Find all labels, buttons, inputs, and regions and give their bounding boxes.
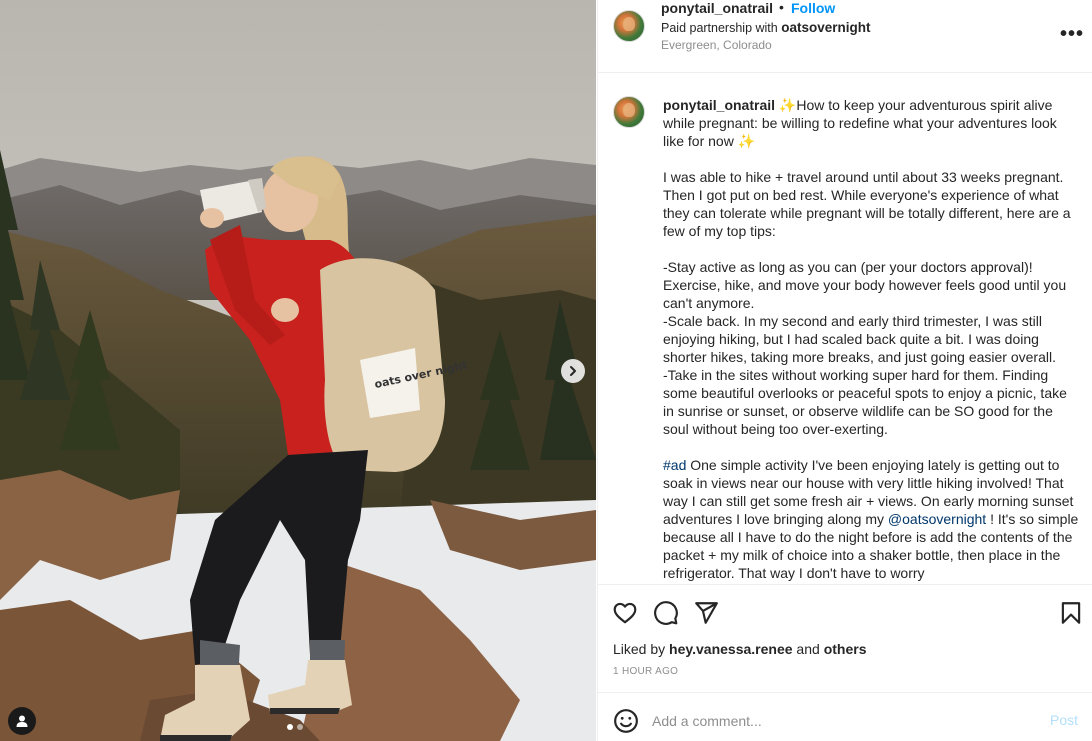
photo-scene: oats over night xyxy=(0,0,596,741)
chevron-right-icon xyxy=(570,366,576,376)
post-details-panel: ponytail_onatrail • Follow Paid partners… xyxy=(597,0,1092,741)
header-separator: • xyxy=(779,0,784,15)
sparkle-emoji: ✨ xyxy=(778,97,797,113)
caption-intro: ponytail_onatrail ✨How to keep your adve… xyxy=(663,96,1081,150)
liked-by-middle: and xyxy=(792,641,824,657)
author-username[interactable]: ponytail_onatrail xyxy=(661,0,773,16)
comment-bar: Post xyxy=(598,692,1092,741)
partnership-prefix: Paid partnership with xyxy=(661,21,782,35)
paid-partnership-label: Paid partnership with oatsovernight xyxy=(661,20,870,35)
caption-author-avatar[interactable] xyxy=(613,96,645,128)
caption-tip-2: -Scale back. In my second and early thir… xyxy=(663,313,1056,365)
comment-input[interactable] xyxy=(652,710,1012,732)
bookmark-icon[interactable] xyxy=(1058,600,1084,626)
hashtag-link[interactable]: #ad xyxy=(663,457,686,473)
caption-paragraph-2: #ad One simple activity I've been enjoyi… xyxy=(663,456,1081,582)
emoji-icon[interactable] xyxy=(613,708,639,734)
carousel-dot xyxy=(297,724,303,730)
liked-by-others[interactable]: others xyxy=(824,641,867,657)
post-photo[interactable]: oats over night xyxy=(0,0,596,741)
carousel-next-button[interactable] xyxy=(561,359,585,383)
tagged-users-button[interactable] xyxy=(8,707,36,735)
more-options-button[interactable]: ••• xyxy=(1060,23,1084,46)
carousel-dot-active xyxy=(287,724,293,730)
partner-link[interactable]: oatsovernight xyxy=(781,20,870,35)
caption-scroll-area[interactable]: ponytail_onatrail ✨How to keep your adve… xyxy=(598,86,1092,583)
author-avatar[interactable] xyxy=(613,10,645,42)
post-comment-button[interactable]: Post xyxy=(1050,712,1078,728)
caption-tip-1: -Stay active as long as you can (per you… xyxy=(663,259,1071,311)
post-header: ponytail_onatrail • Follow Paid partners… xyxy=(598,0,1092,73)
liked-by-user[interactable]: hey.vanessa.renee xyxy=(669,641,793,657)
heart-icon[interactable] xyxy=(612,600,638,626)
caption-username[interactable]: ponytail_onatrail xyxy=(663,97,775,113)
user-icon xyxy=(16,715,28,727)
follow-button[interactable]: Follow xyxy=(791,0,835,16)
mention-link[interactable]: @oatsovernight xyxy=(888,511,986,527)
caption-tip-3: -Take in the sites without working super… xyxy=(663,367,1071,437)
carousel-indicator xyxy=(287,724,303,730)
sparkle-emoji-end: ✨ xyxy=(737,133,756,149)
post-timestamp[interactable]: 1 HOUR AGO xyxy=(613,666,678,677)
comment-icon[interactable] xyxy=(653,600,679,626)
post-actions: Liked by hey.vanessa.renee and others 1 … xyxy=(598,584,1092,692)
paper-plane-icon[interactable] xyxy=(693,600,719,626)
caption-paragraph-1: I was able to hike + travel around until… xyxy=(663,169,1075,239)
caption-text: ponytail_onatrail ✨How to keep your adve… xyxy=(663,96,1081,582)
liked-by-prefix: Liked by xyxy=(613,641,670,657)
location-link[interactable]: Evergreen, Colorado xyxy=(661,38,772,52)
liked-by: Liked by hey.vanessa.renee and others xyxy=(613,641,866,657)
